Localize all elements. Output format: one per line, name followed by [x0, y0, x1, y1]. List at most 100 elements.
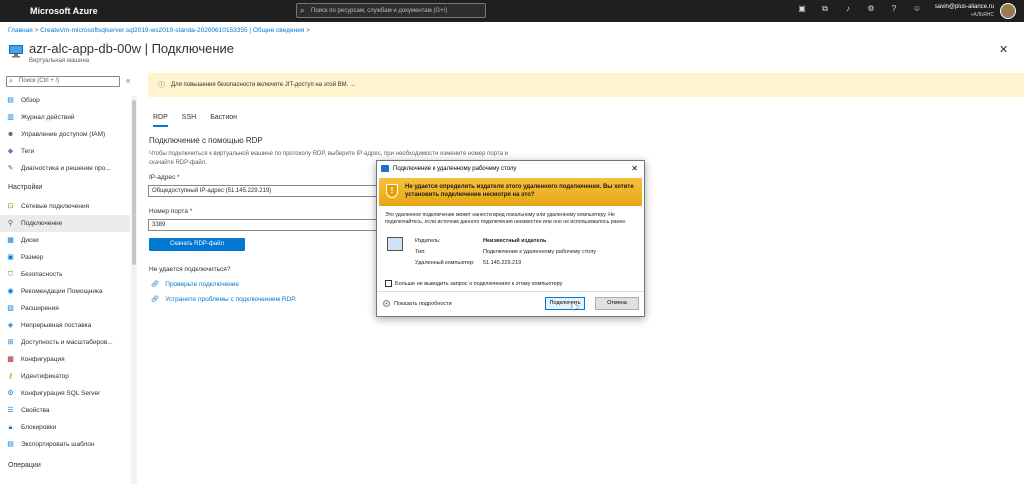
sidebar-item-disks[interactable]: ▦ Диски: [0, 232, 130, 249]
search-icon: ⌕: [300, 6, 305, 15]
feedback-icon[interactable]: ☺: [912, 4, 922, 14]
cloud-shell-icon[interactable]: ▣: [797, 4, 807, 14]
checkbox-box[interactable]: [385, 280, 392, 287]
template-icon: ▤: [7, 441, 14, 448]
check-connection-link[interactable]: 🔗︎ Проверьте подключение: [151, 280, 239, 288]
show-details-toggle[interactable]: ⌄ Показать подробности: [383, 300, 452, 307]
download-rdp-button[interactable]: Скачать RDP-файл: [149, 238, 245, 251]
sidebar-item-diagnose[interactable]: ✎ Диагностика и решение про...: [0, 160, 130, 177]
directory-filter-icon[interactable]: ⧉: [820, 4, 830, 14]
brand-title[interactable]: Microsoft Azure: [30, 6, 98, 16]
sidebar-item-identity[interactable]: ⚷ Идентификатор: [0, 368, 130, 385]
sidebar-item-label: Блокировки: [21, 424, 57, 431]
show-details-label: Показать подробности: [394, 300, 452, 307]
sidebar-item-properties[interactable]: ☰ Свойства: [0, 402, 130, 419]
sidebar-item-network[interactable]: ⊡ Сетевые подключения: [0, 198, 130, 215]
cancel-button[interactable]: Отмена: [595, 297, 639, 310]
page-title: azr-alc-app-db-00w | Подключение: [29, 41, 235, 56]
remote-desktop-icon: [381, 165, 389, 172]
disk-icon: ▦: [7, 237, 14, 244]
tab-ssh[interactable]: SSH: [182, 114, 196, 127]
sidebar-item-tags[interactable]: ◆ Теги: [0, 143, 130, 160]
sidebar-item-label: Рекомендации Помощника: [21, 288, 103, 295]
tab-bastion[interactable]: Бастион: [210, 114, 237, 127]
close-icon[interactable]: ✕: [999, 43, 1008, 56]
sidebar-item-advisor[interactable]: ◉ Рекомендации Помощника: [0, 283, 130, 300]
sidebar-item-label: Экспортировать шаблон: [21, 441, 95, 448]
settings-gear-icon[interactable]: ⚙: [866, 4, 876, 14]
sidebar-scrollbar[interactable]: [131, 96, 137, 484]
sidebar-item-label: Теги: [21, 148, 35, 155]
connection-tabs: RDP SSH Бастион: [153, 114, 237, 127]
sidebar-item-locks[interactable]: 🔒︎ Блокировки: [0, 419, 130, 436]
sidebar-item-label: Непрерывная поставка: [21, 322, 92, 329]
page-subtitle: Виртуальная машина: [29, 58, 90, 64]
sidebar-item-iam[interactable]: ☻ Управление доступом (IAM): [0, 126, 130, 143]
shield-warning-icon: !: [386, 184, 398, 198]
sidebar-item-label: Диагностика и решение про...: [21, 165, 111, 172]
account-tenant: +АЛЬЯНС: [970, 12, 994, 18]
sidebar-item-configuration[interactable]: ▩ Конфигурация: [0, 351, 130, 368]
tab-rdp[interactable]: RDP: [153, 114, 168, 127]
availability-icon: ⊞: [7, 339, 14, 346]
check-connection-text: Проверьте подключение: [165, 281, 240, 288]
computer-icon: [387, 237, 403, 251]
account-info[interactable]: savin@plus-aliance.ru +АЛЬЯНС: [930, 3, 994, 19]
sidebar-item-activity-log[interactable]: ▥ Журнал действий: [0, 109, 130, 126]
chevron-down-icon: ⌄: [383, 300, 390, 307]
warning-strip: ! Не удается определить издателя этого у…: [379, 178, 642, 206]
account-email: savin@plus-aliance.ru: [934, 4, 994, 10]
troubleshoot-text: Устраните проблемы с подключением RDP.: [165, 296, 297, 303]
avatar[interactable]: [1000, 3, 1016, 19]
sidebar-item-security[interactable]: ⛉ Безопасность: [0, 266, 130, 283]
breadcrumb-resource[interactable]: CreateVm-microsoftsqlserver.sql2019-ws20…: [40, 27, 304, 34]
sidebar-search-input[interactable]: ⌕ Поиск (Ctrl + /): [6, 76, 120, 87]
help-icon[interactable]: ?: [889, 4, 899, 14]
sidebar-item-label: Размер: [21, 254, 44, 261]
sidebar-item-size[interactable]: ▣ Размер: [0, 249, 130, 266]
dialog-title: Подключение к удаленному рабочему столу: [393, 166, 517, 172]
sidebar-item-label: Безопасность: [21, 271, 63, 278]
sidebar-item-label: Диски: [21, 237, 39, 244]
notifications-icon[interactable]: ♪: [843, 4, 853, 14]
global-search-input[interactable]: ⌕ Поиск по ресурсам, службам и документа…: [296, 3, 486, 18]
sidebar-item-sql-config[interactable]: ⚙ Конфигурация SQL Server: [0, 385, 130, 402]
top-bar: Microsoft Azure ⌕ Поиск по ресурсам, слу…: [0, 0, 1024, 22]
port-input[interactable]: 3389: [148, 219, 380, 231]
dialog-close-icon[interactable]: ✕: [631, 164, 638, 173]
collapse-sidebar-icon[interactable]: «: [126, 76, 130, 85]
rdp-heading: Подключение с помощью RDP: [149, 136, 263, 145]
sidebar-item-export-template[interactable]: ▤ Экспортировать шаблон: [0, 436, 130, 453]
sidebar-item-connect[interactable]: ⚲ Подключение: [0, 215, 130, 232]
breadcrumb-separator: >: [306, 27, 310, 34]
diagnose-icon: ✎: [7, 165, 14, 172]
checkbox-label: Больше не выводить запрос о подключениях…: [395, 280, 563, 287]
dont-ask-checkbox[interactable]: Больше не выводить запрос о подключениях…: [385, 280, 562, 287]
dialog-titlebar[interactable]: Подключение к удаленному рабочему столу: [377, 161, 644, 177]
lock-icon: 🔒︎: [8, 424, 13, 431]
sidebar-item-delivery[interactable]: ◈ Непрерывная поставка: [0, 317, 130, 334]
sidebar-item-availability[interactable]: ⊞ Доступность и масштабиров...: [0, 334, 130, 351]
sidebar-search-placeholder: Поиск (Ctrl + /): [19, 78, 60, 84]
tag-icon: ◆: [7, 148, 14, 155]
sidebar-item-label: Конфигурация: [21, 356, 65, 363]
search-icon: ⌕: [9, 78, 13, 85]
ip-select[interactable]: Общедоступный IP-адрес (51.145.229.219): [148, 185, 380, 197]
jit-banner[interactable]: ⓘ Для повышения безопасности включите JI…: [148, 73, 1024, 97]
breadcrumb-home[interactable]: Главная: [8, 27, 33, 34]
troubleshoot-link[interactable]: 🔗︎ Устраните проблемы с подключением RDP.: [151, 295, 297, 303]
top-icons: ▣ ⧉ ♪ ⚙ ? ☺: [797, 4, 922, 14]
dialog-divider: [377, 291, 644, 292]
sidebar-item-label: Доступность и масштабиров...: [21, 339, 113, 346]
scrollbar-thumb[interactable]: [132, 100, 136, 265]
sidebar-item-label: Идентификатор: [21, 373, 69, 380]
info-icon: ⓘ: [158, 82, 165, 89]
connect-button[interactable]: Подключить: [545, 297, 585, 310]
link-icon: 🔗︎: [151, 296, 160, 303]
section-operations: Операции: [8, 462, 41, 469]
sidebar-item-label: Подключение: [21, 220, 63, 227]
sql-icon: ⚙: [7, 390, 14, 397]
sidebar-item-overview[interactable]: ▤ Обзор: [0, 92, 130, 109]
sidebar-item-extensions[interactable]: ▧ Расширения: [0, 300, 130, 317]
iam-icon: ☻: [6, 131, 15, 138]
